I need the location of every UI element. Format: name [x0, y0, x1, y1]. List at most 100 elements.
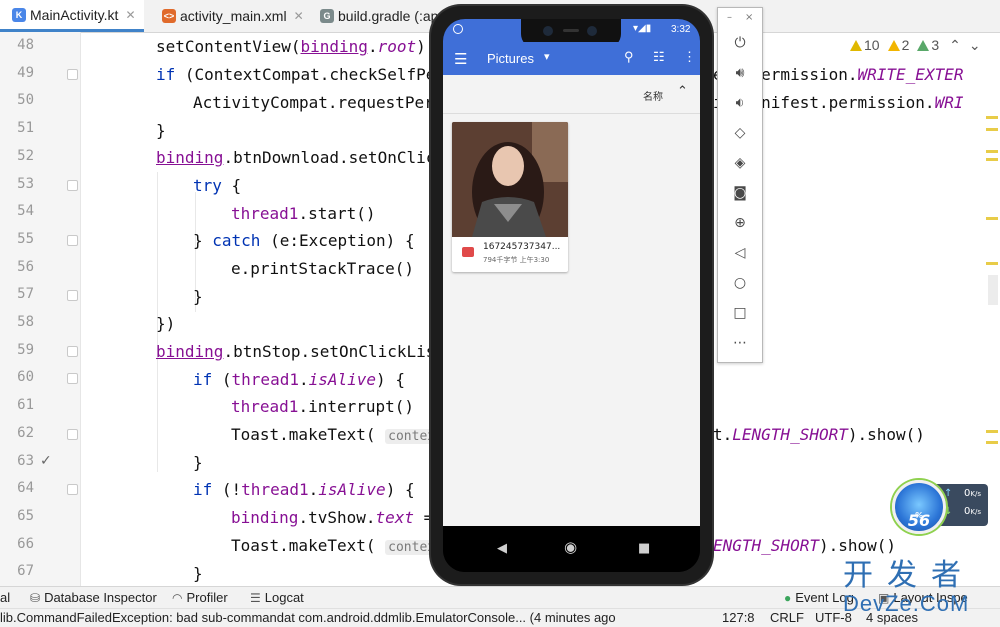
volume-up-icon[interactable]: 🔊︎	[731, 64, 749, 82]
line-number: 50	[17, 92, 34, 109]
back-icon[interactable]: ◁	[731, 244, 749, 262]
menu-icon[interactable]: ☰	[454, 50, 467, 68]
tool-window-label: Profiler	[186, 590, 228, 605]
code-token: binding	[156, 148, 224, 167]
code-token: binding	[156, 342, 224, 361]
code-token: WRI	[934, 93, 964, 112]
stripe-mark[interactable]	[986, 441, 998, 444]
zoom-icon[interactable]: ⊕	[731, 214, 749, 232]
code-token: e.printStackTrace()	[231, 259, 415, 278]
code-line-61: thread1.interrupt()	[231, 397, 414, 416]
close-icon[interactable]: ✕	[294, 9, 304, 23]
fold-marker[interactable]	[67, 179, 78, 191]
fold-marker[interactable]	[67, 290, 78, 302]
line-separator[interactable]: CRLF	[770, 610, 804, 625]
tab-mainactivity[interactable]: K MainActivity.kt ✕	[0, 0, 144, 32]
line-number: 59	[17, 341, 34, 358]
stripe-mark[interactable]	[986, 116, 998, 119]
database-inspector-button[interactable]: ⛁ Database Inspector	[30, 590, 157, 605]
stripe-mark[interactable]	[986, 262, 998, 265]
stripe-mark[interactable]	[986, 158, 998, 161]
screenshot-icon[interactable]: ◙	[731, 184, 749, 202]
checkmark-icon: ✓	[40, 452, 52, 469]
more-icon[interactable]: ⋯	[731, 334, 749, 352]
line-number: 48	[17, 37, 34, 53]
code-token: isAlive	[308, 370, 377, 389]
list-view-icon[interactable]: ☷	[653, 49, 665, 65]
file-card[interactable]: 167245737347... 794千字节 上午3:30	[452, 122, 568, 272]
network-speed-widget[interactable]: ↑ 0K/s ↓ 0K/s 56%	[892, 478, 992, 534]
app-title[interactable]: Pictures	[487, 51, 534, 66]
tool-window-stub[interactable]: al	[0, 590, 10, 605]
fold-marker[interactable]	[67, 345, 78, 357]
file-browser: 名称 ⌃ 167245737347... 794千字节 上午3:30	[443, 75, 700, 526]
stripe-mark[interactable]	[986, 128, 998, 131]
code-line-62-tail: t.LENGTH_SHORT).show()	[713, 425, 925, 444]
sort-bar: 名称 ⌃	[443, 75, 700, 114]
code-token: Toast.makeText(	[231, 425, 376, 444]
status-message[interactable]: lib.CommandFailedException: bad sub-comm…	[0, 610, 690, 625]
photo-thumbnail[interactable]	[452, 122, 568, 237]
chevron-up-icon[interactable]: ⌃	[949, 37, 961, 54]
code-token: .start()	[298, 204, 376, 223]
code-line-52: binding.btnDownload.setOnClick	[156, 148, 445, 167]
code-token: thread1	[231, 204, 299, 223]
overview-icon[interactable]: □	[731, 304, 749, 322]
line-number: 56	[17, 258, 34, 275]
emulator-toolbar: – × ⏻ 🔊︎ 🔉︎ ◇ ◈ ◙ ⊕ ◁ ○ □ ⋯	[717, 7, 763, 363]
tab-build-gradle[interactable]: G build.gradle (:ap	[308, 0, 438, 32]
home-icon[interactable]: ○	[731, 274, 749, 292]
chevron-down-icon[interactable]: ▾	[544, 50, 550, 63]
code-token: ENGTH_SHORT	[713, 536, 819, 555]
line-number: 61	[17, 397, 34, 414]
watermark: 开发者 DevZe.CoM	[843, 560, 993, 616]
fold-marker[interactable]	[67, 484, 78, 496]
search-icon[interactable]: ⚲	[624, 49, 634, 65]
more-icon[interactable]: ⋮	[683, 49, 696, 65]
tab-activity-main[interactable]: <> activity_main.xml ✕	[150, 0, 312, 32]
home-icon[interactable]: ◉	[564, 538, 577, 556]
volume-down-icon[interactable]: 🔉︎	[731, 94, 749, 112]
inspection-widget[interactable]: 10 2 3 ⌃ ⌄	[850, 34, 981, 56]
stripe-mark[interactable]	[986, 217, 998, 220]
fold-marker[interactable]	[67, 68, 78, 80]
rotate-right-icon[interactable]: ◈	[731, 154, 749, 172]
fold-marker[interactable]	[67, 428, 78, 440]
chevron-up-icon[interactable]: ⌃	[677, 84, 688, 99]
close-icon[interactable]: ×	[745, 12, 753, 23]
download-speed: 0K/s	[964, 506, 981, 517]
caret-position[interactable]: 127:8	[722, 610, 755, 625]
code-line-59: binding.btnStop.setOnClickList	[156, 342, 445, 361]
watermark-en: DevZe.CoM	[843, 591, 970, 616]
code-line-63: }	[193, 453, 203, 472]
stripe-mark[interactable]	[986, 150, 998, 153]
device-screen[interactable]: ▾◢▮ 3:32 ☰ Pictures ▾ ⚲ ☷ ⋮ 名称 ⌃ 1672457…	[443, 19, 700, 572]
upload-arrow-icon: ↑	[944, 488, 953, 499]
stripe-mark[interactable]	[986, 430, 998, 433]
code-token: thread1	[231, 370, 299, 389]
sort-label[interactable]: 名称	[643, 88, 663, 103]
code-token: ContextCompat.checkSelfPer	[194, 65, 445, 84]
fold-marker[interactable]	[67, 373, 78, 385]
code-line-49: if (ContextCompat.checkSelfPer	[156, 65, 445, 84]
rotate-left-icon[interactable]: ◇	[731, 124, 749, 142]
warning-icon	[850, 39, 862, 51]
logcat-button[interactable]: ☰ Logcat	[250, 590, 304, 605]
line-number: 62	[17, 424, 34, 441]
power-icon[interactable]: ⏻	[731, 34, 749, 52]
file-name: 167245737347...	[483, 242, 561, 252]
tool-window-label: Logcat	[264, 590, 304, 605]
android-nav-bar: ◀ ◉ ■	[443, 526, 700, 572]
tool-window-label: Database Inspector	[44, 590, 157, 605]
chevron-down-icon[interactable]: ⌄	[969, 37, 981, 54]
fold-marker[interactable]	[67, 234, 78, 246]
close-icon[interactable]: ✕	[125, 8, 135, 22]
back-icon[interactable]: ◀	[497, 541, 507, 556]
profiler-button[interactable]: ◠ Profiler	[172, 590, 228, 605]
recents-icon[interactable]: ■	[638, 541, 650, 556]
minimize-icon[interactable]: –	[727, 12, 732, 23]
code-token: .btnStop.setOnClickList	[223, 342, 445, 361]
code-line-58: })	[156, 314, 176, 333]
status-dot-icon	[453, 24, 463, 34]
scrollbar-thumb[interactable]	[988, 275, 998, 305]
